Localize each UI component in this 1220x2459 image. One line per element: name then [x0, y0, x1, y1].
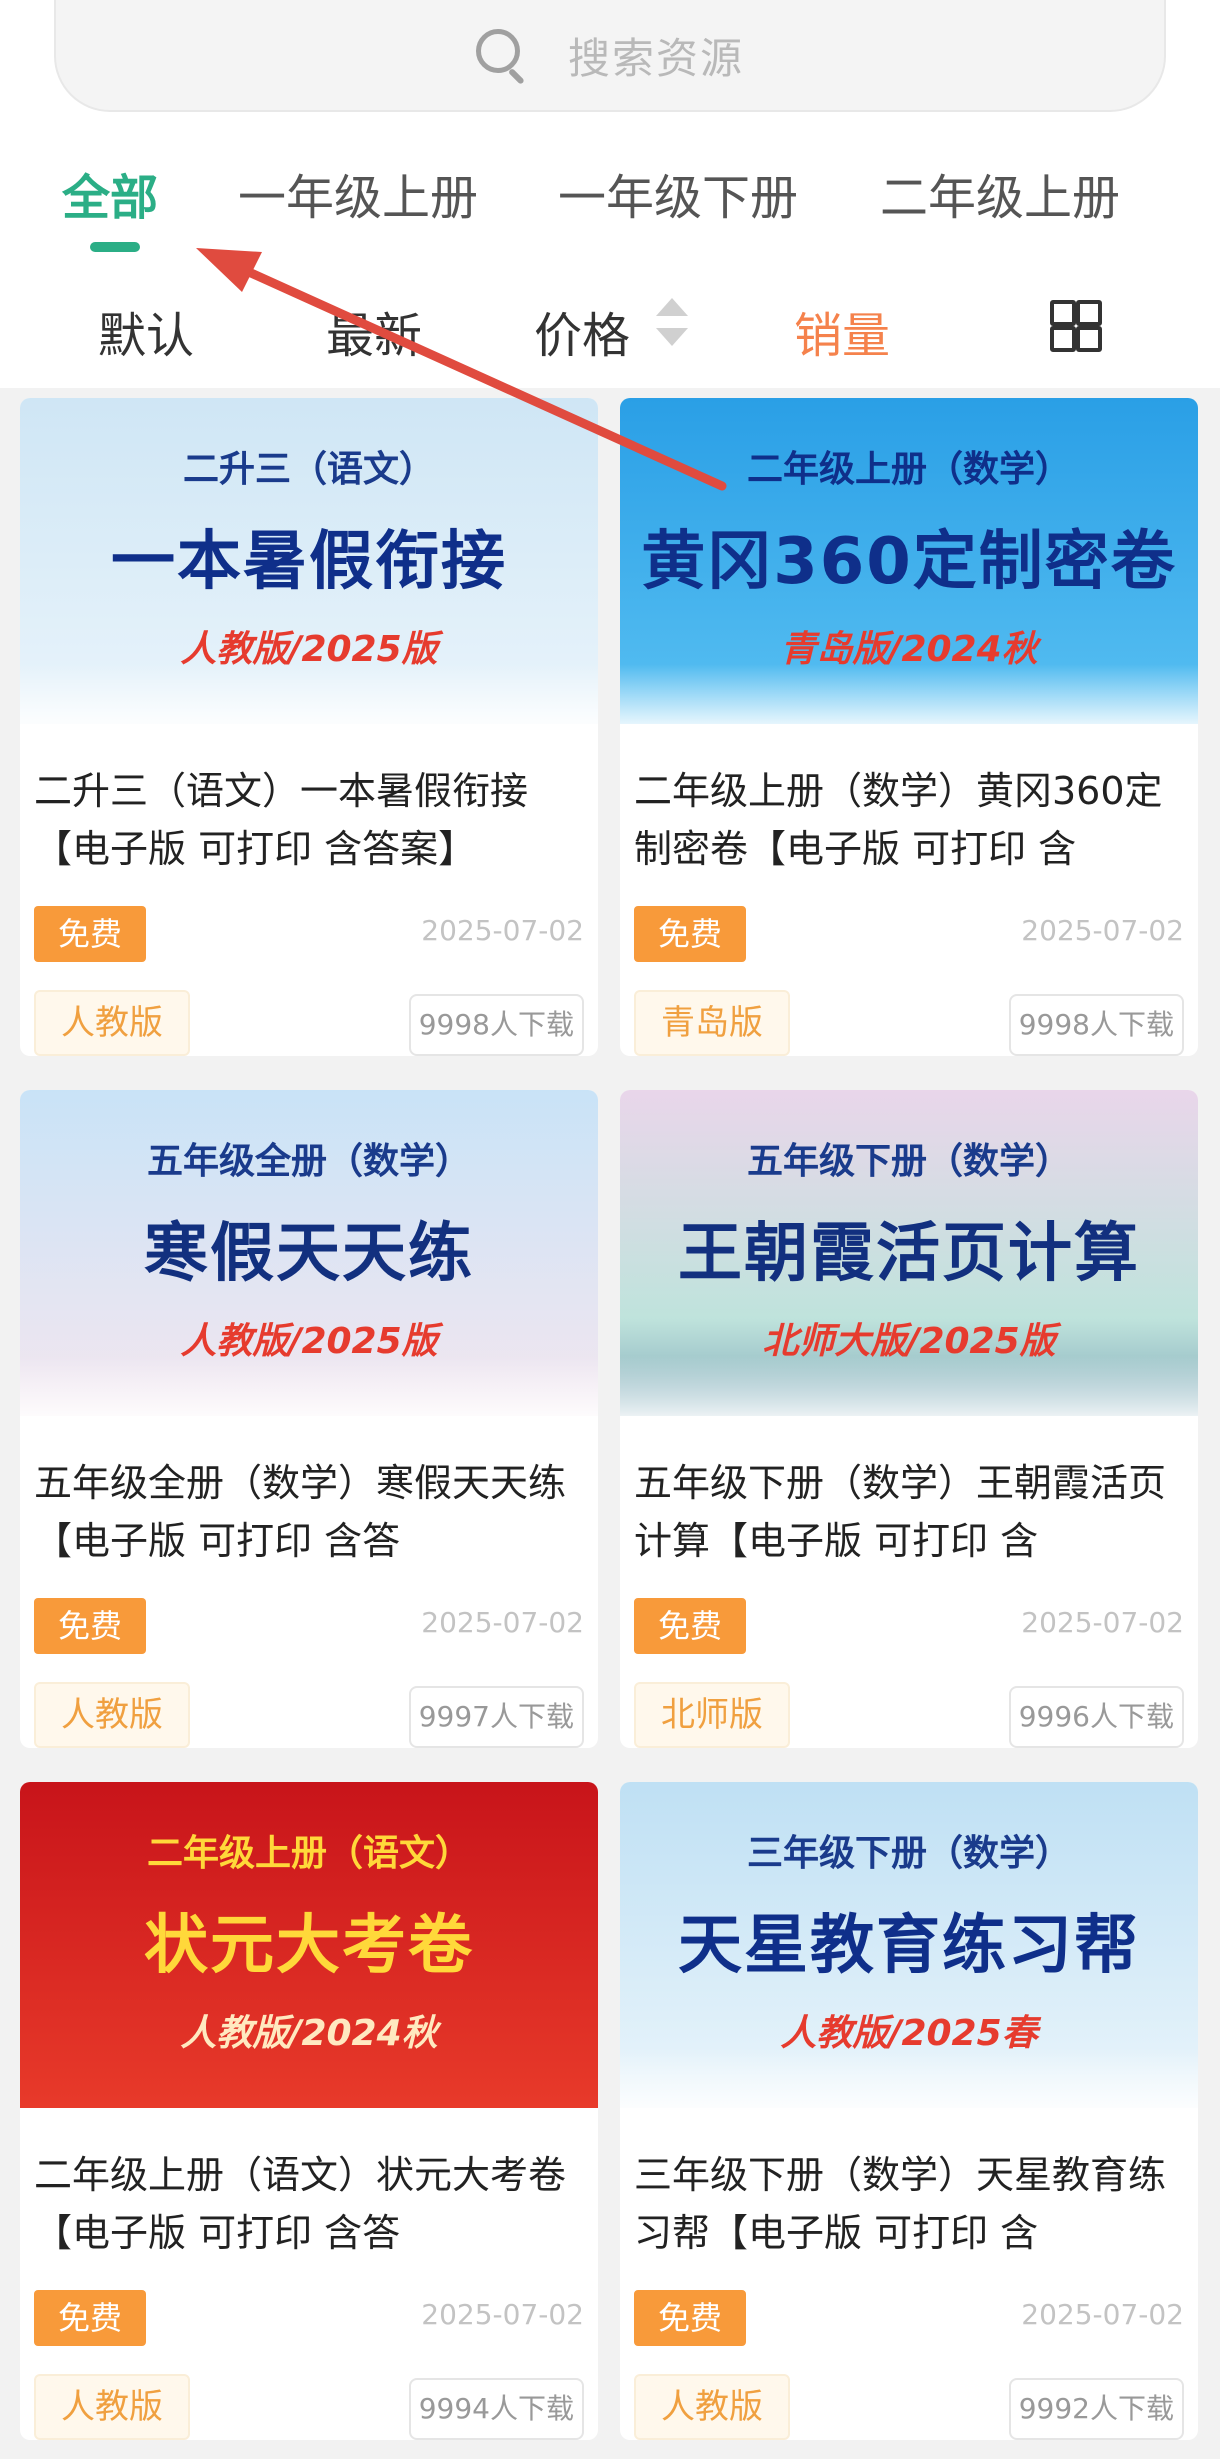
- edition-tag: 人教版: [34, 1682, 190, 1748]
- price-badge: 免费: [34, 1598, 146, 1654]
- resource-card[interactable]: 五年级全册（数学） 寒假天天练 人教版/2025版 五年级全册（数学）寒假天天练…: [20, 1090, 598, 1748]
- card-banner: 三年级下册（数学） 天星教育练习帮 人教版/2025春: [620, 1782, 1198, 2108]
- card-banner: 二年级上册（语文） 状元大考卷 人教版/2024秋: [20, 1782, 598, 2108]
- card-banner: 五年级下册（数学） 王朝霞活页计算 北师大版/2025版: [620, 1090, 1198, 1416]
- banner-title: 状元大考卷: [144, 1909, 474, 1983]
- card-date: 2025-07-02: [421, 1606, 584, 1639]
- card-date: 2025-07-02: [421, 2298, 584, 2331]
- card-title: 二年级上册（数学）黄冈360定制密卷【电子版 可打印 含: [634, 769, 1163, 871]
- banner-subtitle: 二升三（语文）: [182, 449, 435, 490]
- download-count: 9992人下载: [1008, 2378, 1184, 2440]
- card-date: 2025-07-02: [421, 914, 584, 947]
- card-title: 三年级下册（数学）天星教育练习帮【电子版 可打印 含: [634, 2153, 1167, 2255]
- tab-grade2-first[interactable]: 二年级上册: [880, 158, 1120, 228]
- active-tab-indicator: [90, 242, 140, 252]
- top-bar: 搜索资源 全部 一年级上册 一年级下册 二年级上册 默认 最新 价格 销量: [0, 0, 1220, 388]
- sort-desc-icon: [656, 328, 688, 346]
- card-date: 2025-07-02: [1021, 1606, 1184, 1639]
- price-badge: 免费: [634, 2290, 746, 2346]
- sort-default[interactable]: 默认: [98, 296, 194, 366]
- card-title: 二年级上册（语文）状元大考卷【电子版 可打印 含答: [34, 2153, 567, 2255]
- banner-subtitle: 五年级全册（数学）: [146, 1141, 471, 1182]
- sort-asc-icon: [656, 298, 688, 316]
- price-badge: 免费: [34, 906, 146, 962]
- card-date: 2025-07-02: [1021, 2298, 1184, 2331]
- card-banner: 二年级上册（数学） 黄冈360定制密卷 青岛版/2024秋: [620, 398, 1198, 724]
- resource-card[interactable]: 二升三（语文） 一本暑假衔接 人教版/2025版 二升三（语文）一本暑假衔接【电…: [20, 398, 598, 1056]
- search-icon: [475, 29, 528, 85]
- price-badge: 免费: [634, 1598, 746, 1654]
- banner-skyline: [20, 1356, 598, 1416]
- edition-tag: 北师版: [634, 1682, 790, 1748]
- search-box[interactable]: 搜索资源: [54, 0, 1166, 112]
- banner-skyline: [20, 664, 598, 724]
- banner-skyline: [620, 2048, 1198, 2108]
- download-count: 9994人下载: [408, 2378, 584, 2440]
- edition-tag: 人教版: [34, 2374, 190, 2440]
- banner-title: 王朝霞活页计算: [678, 1217, 1140, 1291]
- download-count: 9998人下载: [408, 994, 584, 1056]
- price-badge: 免费: [634, 906, 746, 962]
- banner-title: 天星教育练习帮: [678, 1909, 1140, 1983]
- download-count: 9997人下载: [408, 1686, 584, 1748]
- banner-subtitle: 五年级下册（数学）: [746, 1141, 1071, 1182]
- resource-card[interactable]: 五年级下册（数学） 王朝霞活页计算 北师大版/2025版 五年级下册（数学）王朝…: [620, 1090, 1198, 1748]
- edition-tag: 人教版: [34, 990, 190, 1056]
- sort-sales[interactable]: 销量: [794, 296, 890, 366]
- edition-tag: 青岛版: [634, 990, 790, 1056]
- price-badge: 免费: [34, 2290, 146, 2346]
- edition-tag: 人教版: [634, 2374, 790, 2440]
- banner-skyline: [620, 664, 1198, 724]
- banner-subtitle: 二年级上册（数学）: [746, 449, 1071, 490]
- card-banner: 二升三（语文） 一本暑假衔接 人教版/2025版: [20, 398, 598, 724]
- card-title: 五年级全册（数学）寒假天天练【电子版 可打印 含答: [34, 1461, 567, 1563]
- banner-title: 黄冈360定制密卷: [641, 525, 1177, 599]
- card-date: 2025-07-02: [1021, 914, 1184, 947]
- card-title: 五年级下册（数学）王朝霞活页计算【电子版 可打印 含: [634, 1461, 1167, 1563]
- banner-edition: 人教版/2024秋: [180, 2013, 438, 2054]
- sort-bar: 默认 最新 价格 销量: [0, 290, 1220, 368]
- banner-subtitle: 二年级上册（语文）: [146, 1833, 471, 1874]
- tab-grade1-second[interactable]: 一年级下册: [558, 158, 798, 228]
- download-count: 9998人下载: [1008, 994, 1184, 1056]
- card-banner: 五年级全册（数学） 寒假天天练 人教版/2025版: [20, 1090, 598, 1416]
- banner-skyline: [620, 1356, 1198, 1416]
- resource-card[interactable]: 三年级下册（数学） 天星教育练习帮 人教版/2025春 三年级下册（数学）天星教…: [620, 1782, 1198, 2440]
- download-count: 9996人下载: [1008, 1686, 1184, 1748]
- resource-card[interactable]: 二年级上册（数学） 黄冈360定制密卷 青岛版/2024秋 二年级上册（数学）黄…: [620, 398, 1198, 1056]
- resource-card[interactable]: 二年级上册（语文） 状元大考卷 人教版/2024秋 二年级上册（语文）状元大考卷…: [20, 1782, 598, 2440]
- search-placeholder: 搜索资源: [567, 33, 744, 83]
- tab-all[interactable]: 全部: [62, 158, 158, 228]
- banner-title: 一本暑假衔接: [111, 525, 507, 599]
- card-title: 二升三（语文）一本暑假衔接【电子版 可打印 含答案】: [34, 769, 529, 871]
- banner-subtitle: 三年级下册（数学）: [746, 1833, 1071, 1874]
- grid-view-icon[interactable]: [1050, 300, 1102, 352]
- banner-title: 寒假天天练: [144, 1217, 474, 1291]
- sort-price[interactable]: 价格: [534, 296, 630, 366]
- sort-newest[interactable]: 最新: [326, 296, 422, 366]
- tab-grade1-first[interactable]: 一年级上册: [238, 158, 478, 228]
- grade-tabs: 全部 一年级上册 一年级下册 二年级上册: [0, 148, 1220, 258]
